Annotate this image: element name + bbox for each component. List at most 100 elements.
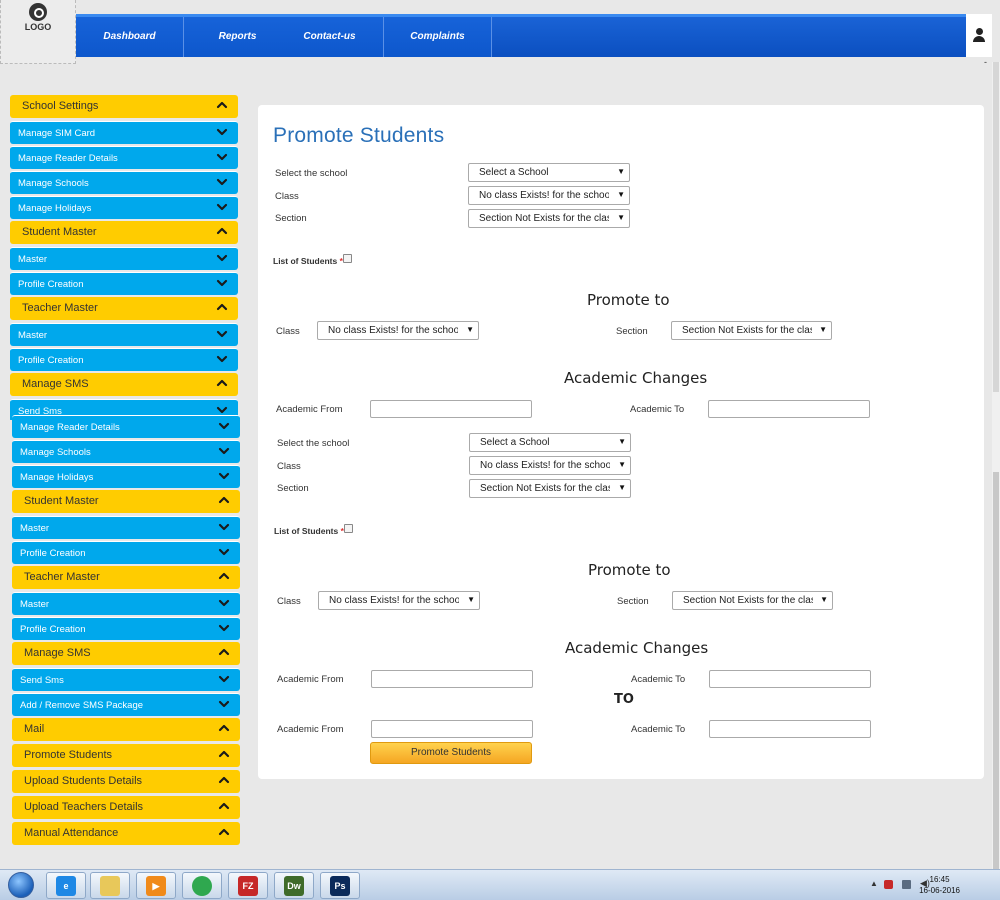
promote-class-label: Class xyxy=(276,326,300,337)
dreamweaver-icon: Dw xyxy=(284,876,304,896)
page-title: Promote Students xyxy=(273,124,445,147)
sidebar-item-send-sms[interactable]: Send Sms xyxy=(12,668,240,691)
sidebar-item-profile-creation[interactable]: Profile Creation xyxy=(10,272,238,295)
sidebar-item-student-master[interactable]: Student Master xyxy=(10,221,238,244)
nav-dashboard[interactable]: Dashboard xyxy=(76,17,184,57)
show-hidden-icons-icon[interactable]: ▲ xyxy=(870,879,879,888)
chevron-down-icon xyxy=(218,546,230,558)
page-scrollbar[interactable] xyxy=(992,62,1000,870)
sidebar-item-manage-schools[interactable]: Manage Schools xyxy=(10,171,238,194)
sidebar-item-manage-reader-details[interactable]: Manage Reader Details xyxy=(10,146,238,169)
sidebar-item-profile-creation[interactable]: Profile Creation xyxy=(12,617,240,640)
promote-class-value: No class Exists! for the schoo xyxy=(329,595,459,606)
chevron-up-icon xyxy=(218,722,230,734)
scrollbar-thumb[interactable] xyxy=(993,472,999,870)
sidebar-item-add-remove-sms-package[interactable]: Add / Remove SMS Package xyxy=(12,693,240,716)
promote-section-label: Section xyxy=(616,326,648,337)
start-button[interactable] xyxy=(4,872,38,899)
sidebar-item-manage-holidays[interactable]: Manage Holidays xyxy=(12,465,240,488)
school-select[interactable]: Select a School ▼ xyxy=(468,163,630,182)
promote-class-select[interactable]: No class Exists! for the schoo ▼ xyxy=(318,591,480,610)
promote-class-select[interactable]: No class Exists! for the schoo ▼ xyxy=(317,321,479,340)
taskbar-app-chrome[interactable] xyxy=(182,872,222,899)
class-select[interactable]: No class Exists! for the schoo ▼ xyxy=(468,186,630,205)
academic-to-label: Academic To xyxy=(630,404,685,415)
sidebar-item-upload-teachers-details[interactable]: Upload Teachers Details xyxy=(12,796,240,819)
network-icon[interactable] xyxy=(902,880,911,889)
chevron-up-icon xyxy=(216,225,228,237)
academic-from-input[interactable] xyxy=(370,400,532,418)
section-select[interactable]: Section Not Exists for the clas ▼ xyxy=(468,209,630,228)
sidebar-item-manage-sms[interactable]: Manage SMS xyxy=(12,642,240,665)
dropdown-arrow-icon: ▼ xyxy=(617,167,625,176)
sidebar-item-manage-reader-details[interactable]: Manage Reader Details xyxy=(12,415,240,438)
sidebar-item-mail[interactable]: Mail xyxy=(12,718,240,741)
taskbar-app-media-player[interactable]: ▶ xyxy=(136,872,176,899)
flag-icon[interactable] xyxy=(884,880,893,889)
sidebar-item-profile-creation[interactable]: Profile Creation xyxy=(10,348,238,371)
sidebar-item-label: Manage Reader Details xyxy=(18,153,118,164)
section-select[interactable]: Section Not Exists for the clas ▼ xyxy=(469,479,631,498)
academic-from-input[interactable] xyxy=(371,670,533,688)
sidebar-item-teacher-master[interactable]: Teacher Master xyxy=(10,297,238,320)
chevron-down-icon xyxy=(218,521,230,533)
nav-complaints[interactable]: Complaints xyxy=(384,17,492,57)
section-label: Section xyxy=(275,213,307,224)
chevron-down-icon xyxy=(218,470,230,482)
logo[interactable]: LOGO xyxy=(0,0,76,64)
sidebar-item-master[interactable]: Master xyxy=(12,592,240,615)
promote-to-heading: Promote to xyxy=(587,291,670,309)
sidebar-item-master[interactable]: Master xyxy=(12,516,240,539)
user-menu-button[interactable] xyxy=(966,14,992,57)
promote-section-select[interactable]: Section Not Exists for the clas ▼ xyxy=(671,321,832,340)
academic-to-2-input[interactable] xyxy=(709,720,871,738)
chevron-down-icon xyxy=(218,622,230,634)
sidebar-item-manage-schools[interactable]: Manage Schools xyxy=(12,440,240,463)
promote-class-value: No class Exists! for the schoo xyxy=(328,325,458,336)
sidebar-item-teacher-master[interactable]: Teacher Master xyxy=(12,566,240,589)
class-select[interactable]: No class Exists! for the schoo ▼ xyxy=(469,456,631,475)
sidebar-item-manage-holidays[interactable]: Manage Holidays xyxy=(10,196,238,219)
academic-changes-heading: Academic Changes xyxy=(565,639,709,657)
academic-from-2-input[interactable] xyxy=(371,720,533,738)
taskbar-app-internet-explorer[interactable]: e xyxy=(46,872,86,899)
academic-from-label: Academic From xyxy=(276,404,343,415)
chevron-down-icon xyxy=(216,176,228,188)
taskbar-app-filezilla[interactable]: FZ xyxy=(228,872,268,899)
sidebar-item-student-master[interactable]: Student Master xyxy=(12,490,240,513)
to-separator-label: TO xyxy=(614,692,634,707)
nav-contact-us[interactable]: Contact-us xyxy=(276,17,384,57)
sidebar-item-label: Upload Teachers Details xyxy=(24,801,144,813)
sidebar-item-school-settings[interactable]: School Settings xyxy=(10,95,238,118)
sidebar-item-manage-sms[interactable]: Manage SMS xyxy=(10,373,238,396)
sidebar-item-label: Master xyxy=(20,599,50,610)
taskbar-app-folder[interactable] xyxy=(90,872,130,899)
sidebar-item-upload-students-details[interactable]: Upload Students Details xyxy=(12,770,240,793)
list-of-students-text: List of Students xyxy=(273,256,338,266)
sidebar-item-manage-sim-card[interactable]: Manage SIM Card xyxy=(10,121,238,144)
sidebar-item-promote-students[interactable]: Promote Students xyxy=(12,744,240,767)
sidebar-item-profile-creation[interactable]: Profile Creation xyxy=(12,541,240,564)
promote-students-button[interactable]: Promote Students xyxy=(370,742,532,764)
sidebar-item-manual-attendance[interactable]: Manual Attendance xyxy=(12,822,240,845)
sidebar-item-master[interactable]: Master xyxy=(10,247,238,270)
photoshop-icon: Ps xyxy=(330,876,350,896)
chevron-down-icon xyxy=(216,328,228,340)
chevron-up-icon xyxy=(216,301,228,313)
sidebar-item-master[interactable]: Master xyxy=(10,323,238,346)
chevron-down-icon xyxy=(216,201,228,213)
system-clock[interactable]: 16:45 16-06-2016 xyxy=(919,874,960,896)
select-all-students-checkbox[interactable] xyxy=(344,524,353,533)
promote-section-select[interactable]: Section Not Exists for the clas ▼ xyxy=(672,591,833,610)
class-select-value: No class Exists! for the schoo xyxy=(479,190,609,201)
taskbar-app-photoshop[interactable]: Ps xyxy=(320,872,360,899)
chevron-down-icon xyxy=(216,126,228,138)
academic-to-input[interactable] xyxy=(709,670,871,688)
select-all-students-checkbox[interactable] xyxy=(343,254,352,263)
chrome-icon xyxy=(192,876,212,896)
taskbar-app-dreamweaver[interactable]: Dw xyxy=(274,872,314,899)
sidebar-item-label: Teacher Master xyxy=(24,571,100,583)
school-select[interactable]: Select a School ▼ xyxy=(469,433,631,452)
academic-to-input[interactable] xyxy=(708,400,870,418)
chevron-up-icon xyxy=(216,99,228,111)
